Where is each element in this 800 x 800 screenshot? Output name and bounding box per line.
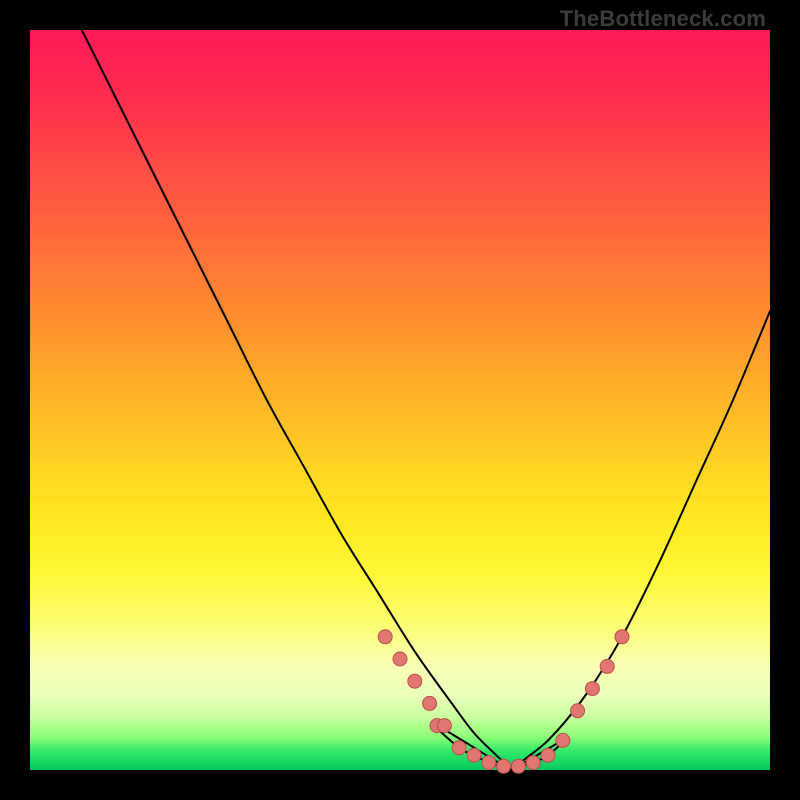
- chart-svg: [30, 30, 770, 770]
- data-marker: [437, 719, 451, 733]
- data-marker: [600, 659, 614, 673]
- data-marker: [482, 756, 496, 770]
- data-marker: [526, 756, 540, 770]
- data-marker: [511, 759, 525, 773]
- data-marker: [556, 733, 570, 747]
- curve-layer: [82, 30, 770, 771]
- plot-area: [30, 30, 770, 770]
- data-marker: [378, 630, 392, 644]
- data-marker: [452, 741, 466, 755]
- data-marker: [585, 682, 599, 696]
- bottleneck-curve: [82, 30, 770, 771]
- data-marker: [467, 748, 481, 762]
- data-marker: [571, 704, 585, 718]
- watermark-text: TheBottleneck.com: [560, 6, 766, 32]
- data-marker: [393, 652, 407, 666]
- data-marker: [497, 759, 511, 773]
- chart-frame: TheBottleneck.com: [0, 0, 800, 800]
- marker-layer: [378, 630, 629, 774]
- data-marker: [423, 696, 437, 710]
- data-marker: [541, 748, 555, 762]
- data-marker: [408, 674, 422, 688]
- data-marker: [615, 630, 629, 644]
